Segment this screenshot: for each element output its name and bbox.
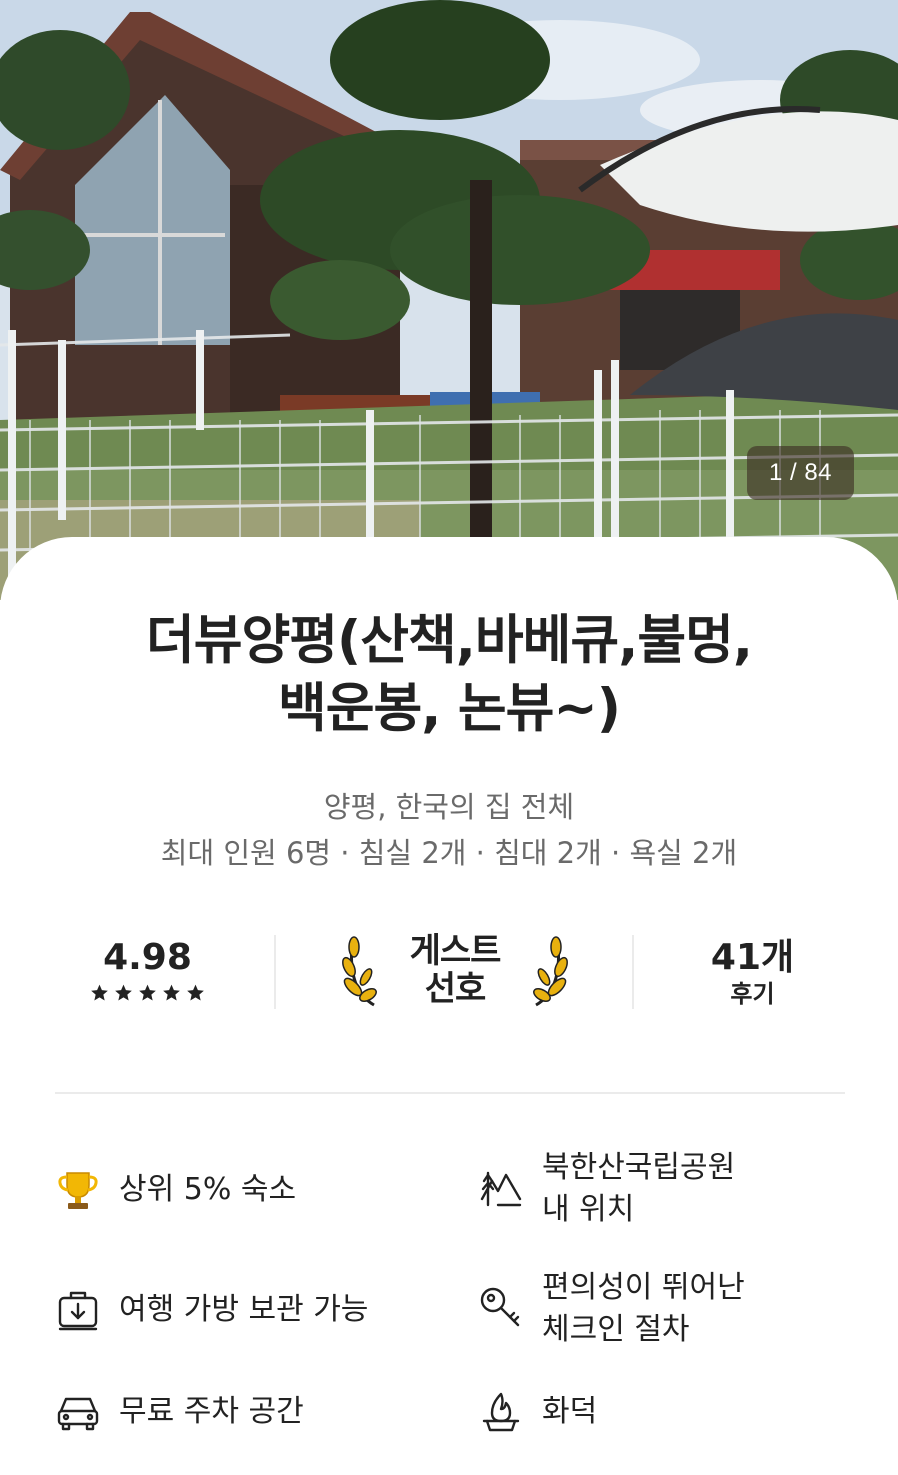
guest-favorite-line-1: 게스트 [409, 931, 502, 971]
trophy-icon [58, 1172, 98, 1209]
section-divider [55, 1092, 845, 1094]
star-icon [115, 984, 132, 1001]
amenity-label: 여행 가방 보관 가능 [119, 1292, 369, 1327]
listing-capacity: 최대 인원 6명 · 침실 2개 · 침대 2개 · 욕실 2개 [160, 836, 738, 870]
listing-summary-sheet: 더뷰양평(산책,바베큐,불멍, 백운봉, 논뷰~) 양평, 한국의 집 전체 최… [0, 537, 898, 1475]
amenity-label-line-2: 체크인 절차 [542, 1312, 690, 1347]
mountain-icon [480, 1171, 522, 1207]
highlight-luggage-storage: 여행 가방 보관 가능 [55, 1287, 368, 1333]
listing-title: 더뷰양평(산책,바베큐,불멍, 백운봉, 논뷰~) [40, 607, 858, 743]
laurel-right-icon [533, 936, 568, 1007]
listing-title-line-1: 더뷰양평(산책,바베큐,불멍, [146, 610, 753, 671]
key-icon [480, 1287, 520, 1327]
listing-stats: 4.98 게스트 선호 41개 후기 [0, 932, 898, 1013]
listing-photo-illustration [0, 0, 898, 600]
amenity-label: 무료 주차 공간 [119, 1394, 304, 1429]
listing-photo[interactable]: 1 / 84 [0, 0, 898, 600]
amenity-label: 상위 5% 숙소 [119, 1172, 297, 1207]
reviews-label: 후기 [730, 980, 775, 1008]
highlight-free-parking: 무료 주차 공간 [55, 1389, 304, 1435]
stats-divider [632, 935, 634, 1009]
highlight-top-5-percent: 상위 5% 숙소 [55, 1167, 296, 1213]
highlight-fire-pit: 화덕 [478, 1389, 597, 1435]
guest-favorite-badge[interactable]: 게스트 선호 [330, 932, 580, 1013]
highlight-national-park: 북한산국립공원 내 위치 [478, 1147, 735, 1231]
amenity-label: 편의성이 뛰어난 체크인 절차 [542, 1267, 745, 1351]
star-icon [163, 984, 180, 1001]
listing-title-line-2: 백운봉, 논뷰~) [277, 678, 621, 739]
highlight-checkin: 편의성이 뛰어난 체크인 절차 [478, 1267, 745, 1351]
stats-divider [274, 935, 276, 1009]
reviews-count: 41개 [710, 937, 795, 978]
amenity-label: 화덕 [542, 1394, 598, 1429]
rating-stars [60, 983, 235, 1003]
amenity-label-line-1: 북한산국립공원 [542, 1150, 736, 1185]
amenity-label-line-2: 내 위치 [542, 1192, 635, 1227]
star-icon [91, 984, 108, 1001]
car-icon [57, 1397, 99, 1431]
star-icon [139, 984, 156, 1001]
fire-pit-icon [482, 1392, 520, 1432]
luggage-icon [58, 1291, 98, 1331]
laurel-left-icon [342, 936, 377, 1007]
guest-favorite-label: 게스트 선호 [390, 932, 520, 1008]
amenity-label: 북한산국립공원 내 위치 [542, 1147, 735, 1231]
photo-counter: 1 / 84 [747, 446, 854, 500]
amenity-label-line-1: 편의성이 뛰어난 [542, 1270, 745, 1305]
listing-location-type: 양평, 한국의 집 전체 [323, 790, 575, 824]
guest-favorite-line-2: 선호 [424, 969, 487, 1009]
reviews-summary[interactable]: 41개 후기 [655, 935, 850, 1009]
rating-summary[interactable]: 4.98 [60, 935, 235, 1003]
rating-value: 4.98 [103, 937, 192, 978]
star-icon [187, 984, 204, 1001]
